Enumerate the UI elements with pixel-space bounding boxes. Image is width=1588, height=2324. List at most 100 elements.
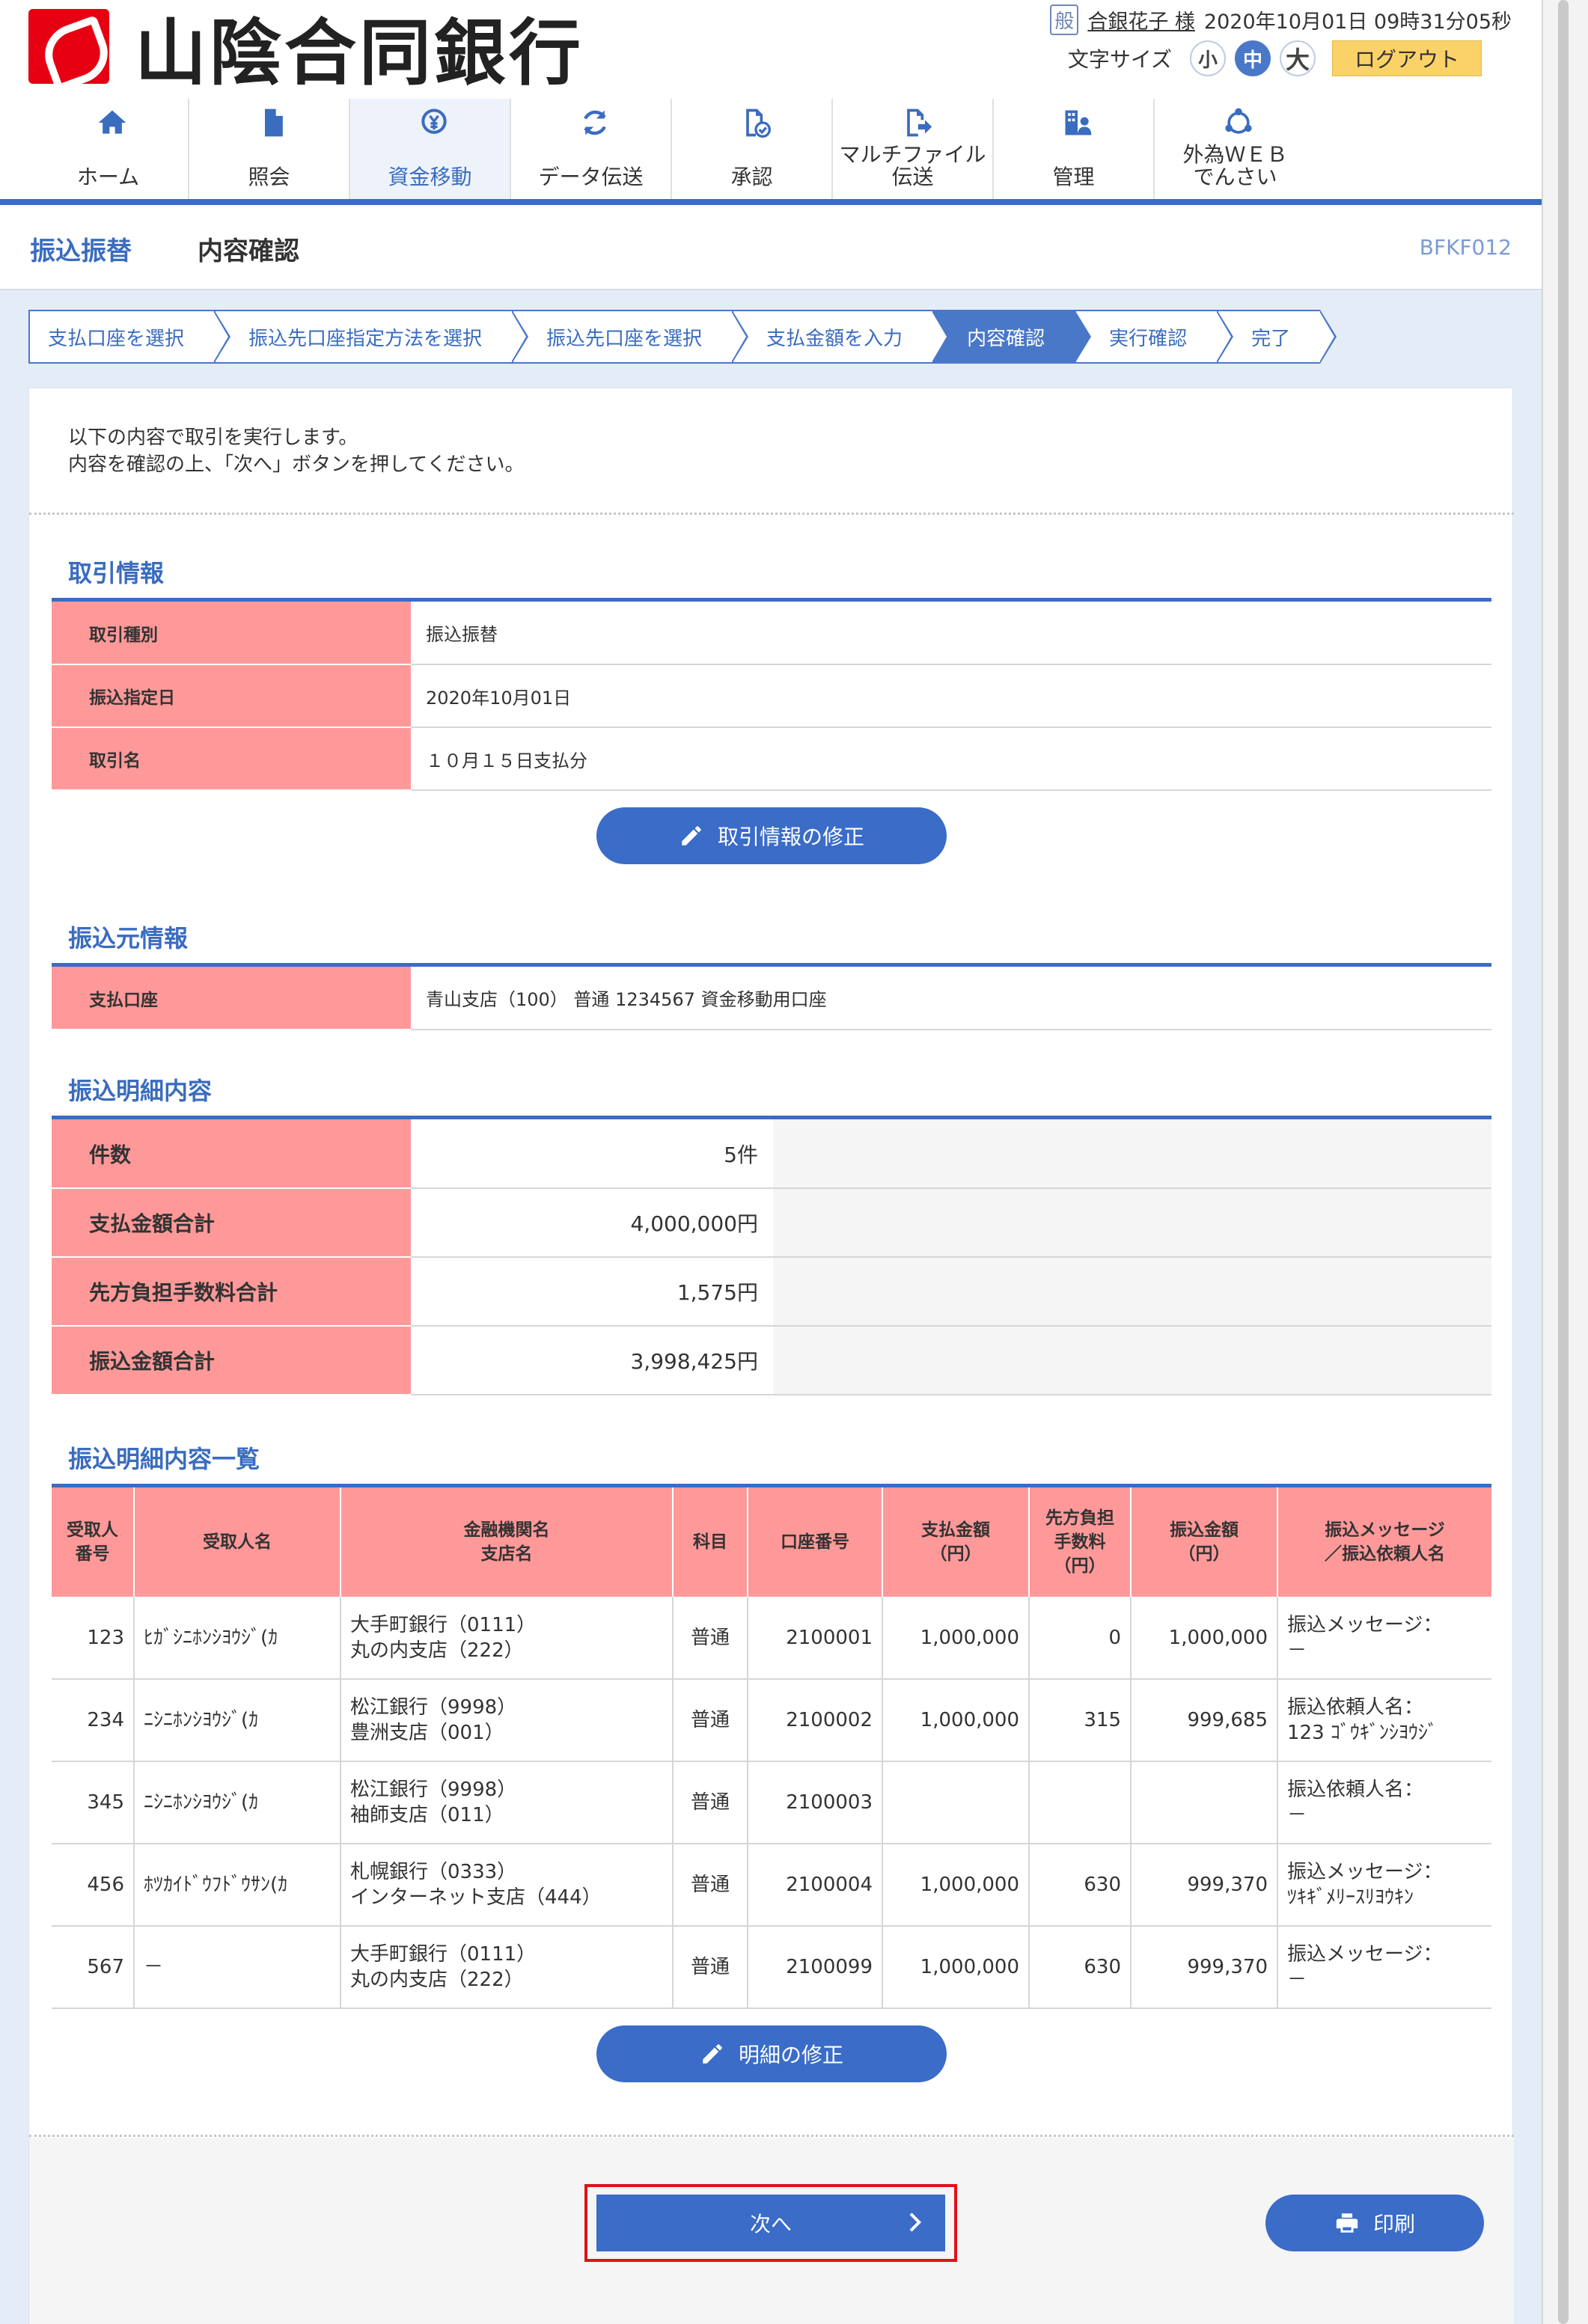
table-row: 取引種別 振込振替 [52, 602, 1491, 665]
user-name-link[interactable]: 合銀花子 様 [1087, 5, 1195, 34]
cell-fee: 0 [1029, 1597, 1132, 1680]
column-header: 受取人名 [134, 1487, 341, 1597]
source-section-title: 振込元情報 [68, 924, 189, 952]
cell-pay [882, 1761, 1030, 1844]
font-size-small-button[interactable]: 小 [1190, 40, 1226, 76]
logout-button[interactable]: ログアウト [1332, 40, 1482, 76]
transaction-section-title: 取引情報 [68, 559, 165, 587]
print-button[interactable]: 印刷 [1265, 2195, 1484, 2251]
pencil-icon [703, 2044, 722, 2064]
file-send-icon [907, 108, 932, 137]
source-table: 支払口座 青山支店（100） 普通 1234567 資金移動用口座 [52, 967, 1491, 1030]
table-row: 123 ﾋｶﾞｼﾆﾎﾝｼﾖｳｼﾞ(ｶ 大手町銀行（0111） 丸の内支店（222… [52, 1597, 1491, 1680]
cell-fee: 630 [1029, 1844, 1132, 1927]
nav-label: ホーム [76, 165, 140, 189]
empty-cell [773, 1326, 1491, 1395]
nav-label: マルチファイル 伝送 [839, 142, 986, 189]
scrollbar-thumb[interactable] [1558, 0, 1569, 2324]
main-nav: ホーム 照会 資金移動 データ伝送 承認 マルチファイル 伝送 管理 外為ＷＥＢ… [28, 99, 1316, 201]
page-title: 振込振替 [30, 236, 132, 266]
intro-line-2: 内容を確認の上、「次へ」ボタンを押してください。 [68, 453, 525, 476]
table-row: 456 ﾎﾂｶｲﾄﾞｳﾌﾄﾞｳｻﾝ(ｶ 札幌銀行（0333） インターネット支店… [52, 1844, 1491, 1927]
nav-label: 外為ＷＥＢ でんさい [1182, 142, 1288, 189]
table-header-row: 受取人 番号 受取人名 金融機関名 支店名 科目 口座番号 支払金額 （円） 先… [52, 1487, 1491, 1597]
vertical-scrollbar[interactable] [1542, 0, 1588, 2324]
nav-data-transmission[interactable]: データ伝送 [511, 99, 672, 201]
font-size-large-button[interactable]: 大 [1280, 40, 1316, 76]
row-key: 取引種別 [52, 602, 411, 665]
cell-bank: 札幌銀行（0333） インターネット支店（444） [340, 1844, 674, 1927]
cell-message: 振込メッセージ： － [1277, 1597, 1491, 1680]
row-key: 件数 [52, 1119, 411, 1189]
row-value: 4,000,000円 [411, 1188, 773, 1258]
step-input-amount: 支払金額を入力 [732, 310, 950, 364]
cell-pay: 1,000,000 [882, 1926, 1030, 2009]
nav-approval[interactable]: 承認 [672, 99, 833, 201]
column-header: 口座番号 [748, 1487, 883, 1597]
cell-pay: 1,000,000 [882, 1844, 1030, 1927]
cell-recipient-no: 234 [52, 1679, 135, 1762]
cell-bank: 大手町銀行（0111） 丸の内支店（222） [340, 1926, 674, 2009]
row-key: 先方負担手数料合計 [52, 1257, 411, 1327]
cell-pay: 1,000,000 [882, 1679, 1030, 1762]
table-row: 支払金額合計 4,000,000円 [52, 1188, 1491, 1258]
summary-section-title: 振込明細内容 [68, 1077, 213, 1105]
table-row: 234 ﾆｼﾆﾎﾝｼﾖｳｼﾞ(ｶ 松江銀行（9998） 豊洲支店（001） 普通… [52, 1679, 1491, 1762]
nav-inquiry[interactable]: 照会 [189, 99, 350, 201]
font-size-medium-button[interactable]: 中 [1235, 40, 1271, 76]
row-key: 取引名 [52, 727, 411, 791]
screen-code: BFKF012 [1419, 235, 1512, 260]
nav-label: 管理 [1052, 165, 1095, 189]
row-value: 1,575円 [411, 1257, 773, 1327]
divider [29, 2135, 1514, 2137]
nav-underline [0, 199, 1542, 205]
column-header: 振込金額 （円） [1131, 1487, 1278, 1597]
cell-account: 2100002 [748, 1679, 883, 1762]
intro-message: 以下の内容で取引を実行します。 内容を確認の上、「次へ」ボタンを押してください。 [68, 424, 524, 478]
user-info: 般 合銀花子 様 2020年10月01日 09時31分05秒 [1050, 3, 1512, 36]
cell-recipient-name: － [134, 1926, 341, 2009]
nav-management[interactable]: 管理 [994, 99, 1155, 201]
cell-recipient-no: 567 [52, 1926, 135, 2009]
approval-document-icon [746, 108, 771, 138]
intro-line-1: 以下の内容で取引を実行します。 [68, 426, 358, 449]
column-header: 科目 [673, 1487, 748, 1597]
row-key: 振込金額合計 [52, 1326, 411, 1395]
row-value: 5件 [411, 1119, 773, 1189]
nav-fund-transfer[interactable]: 資金移動 [350, 99, 511, 201]
cell-recipient-name: ﾆｼﾆﾎﾝｼﾖｳｼﾞ(ｶ [134, 1679, 341, 1762]
table-row: 345 ﾆｼﾆﾎﾝｼﾖｳｼﾞ(ｶ 松江銀行（9998） 袖師支店（011） 普通… [52, 1761, 1491, 1844]
cell-message: 振込メッセージ： ﾂｷｷﾞﾒﾘｰｽﾘﾖｳｷﾝ [1277, 1844, 1491, 1927]
edit-details-button[interactable]: 明細の修正 [596, 2025, 947, 2082]
step-confirm-content: 内容確認 [932, 310, 1092, 364]
user-type-badge: 般 [1050, 4, 1079, 35]
next-button[interactable]: 次へ [596, 2195, 945, 2251]
empty-cell [773, 1119, 1491, 1189]
cell-type: 普通 [673, 1679, 748, 1762]
cell-fee: 315 [1029, 1679, 1132, 1762]
column-header: 先方負担 手数料 （円） [1029, 1487, 1132, 1597]
login-datetime: 2020年10月01日 09時31分05秒 [1203, 10, 1512, 34]
cell-recipient-name: ﾎﾂｶｲﾄﾞｳﾌﾄﾞｳｻﾝ(ｶ [134, 1844, 341, 1927]
cell-amount [1131, 1761, 1278, 1844]
edit-transaction-button[interactable]: 取引情報の修正 [596, 807, 947, 864]
empty-cell [773, 1188, 1491, 1258]
cell-amount: 999,370 [1131, 1926, 1278, 2009]
bank-logo[interactable]: 山陰合同銀行 [28, 6, 584, 95]
cell-pay: 1,000,000 [882, 1597, 1030, 1680]
cell-amount: 1,000,000 [1131, 1597, 1278, 1680]
button-label: 印刷 [1372, 2212, 1415, 2236]
row-value: １０月１５日支払分 [411, 727, 1491, 791]
cell-type: 普通 [673, 1844, 748, 1927]
column-header: 金融機関名 支店名 [340, 1487, 674, 1597]
cell-message: 振込依頼人名： 123 ｺﾞｳｷﾞﾝｼﾖｳｼﾞ [1277, 1679, 1491, 1762]
home-icon [98, 110, 126, 134]
cell-account: 2100004 [748, 1844, 883, 1927]
row-key: 支払口座 [52, 967, 411, 1030]
row-value: 3,998,425円 [411, 1326, 773, 1395]
nav-multi-file[interactable]: マルチファイル 伝送 [833, 99, 994, 201]
nav-foreign-exchange[interactable]: 外為ＷＥＢ でんさい [1155, 99, 1316, 201]
content-card: 以下の内容で取引を実行します。 内容を確認の上、「次へ」ボタンを押してください。… [28, 388, 1514, 2324]
column-header: 受取人 番号 [52, 1487, 135, 1597]
nav-home[interactable]: ホーム [28, 99, 189, 201]
